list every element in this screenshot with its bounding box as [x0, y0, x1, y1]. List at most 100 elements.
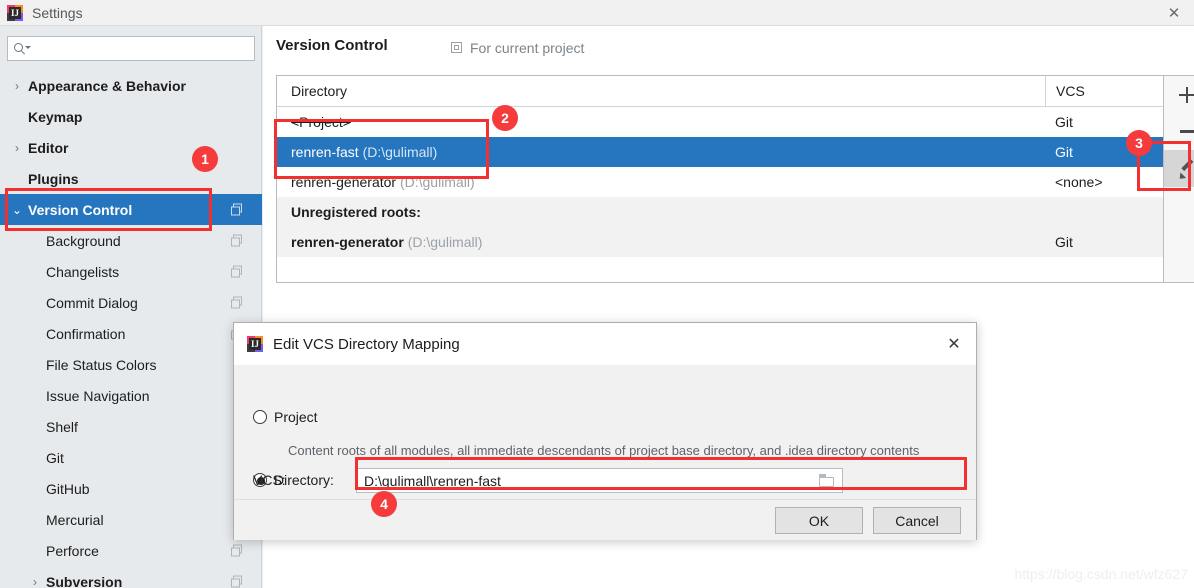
sidebar-item-label: Commit Dialog	[46, 294, 138, 311]
cell-vcs: Git	[1055, 114, 1073, 130]
chevron-right-icon[interactable]: ›	[24, 575, 46, 588]
scope-label: For current project	[470, 40, 585, 56]
remove-mapping-button[interactable]	[1164, 113, 1194, 150]
directory-path: (D:\gulimall)	[407, 234, 483, 250]
directory-name: renren-generator	[291, 174, 397, 190]
sidebar-item-background[interactable]: Background	[0, 225, 262, 256]
copy-settings-icon[interactable]	[231, 544, 244, 557]
chevron-down-icon[interactable]: ⌄	[6, 203, 28, 217]
search-input[interactable]	[30, 41, 254, 56]
cell-directory: renren-fast (D:\gulimall)	[277, 144, 1045, 160]
edit-vcs-directory-mapping-dialog: IJ Edit VCS Directory Mapping ✕ Project …	[233, 322, 977, 540]
document-icon	[451, 41, 464, 55]
dialog-footer: OK Cancel	[234, 499, 976, 540]
copy-settings-icon[interactable]	[231, 203, 244, 216]
directory-name: renren-generator	[291, 234, 404, 250]
sidebar-item-label: Keymap	[28, 108, 83, 125]
search-icon	[14, 42, 31, 56]
sidebar-item-label: Appearance & Behavior	[28, 77, 186, 94]
cell-directory: Unregistered roots:	[277, 204, 1045, 220]
sidebar-item-label: File Status Colors	[46, 356, 157, 373]
directory-path-input[interactable]	[357, 472, 819, 489]
ok-button[interactable]: OK	[775, 507, 863, 534]
copy-settings-icon[interactable]	[231, 234, 244, 247]
scope-indicator: For current project	[451, 40, 584, 56]
sidebar-item-shelf[interactable]: Shelf	[0, 411, 262, 442]
dialog-close-icon[interactable]: ✕	[942, 332, 966, 356]
sidebar-item-label: Plugins	[28, 170, 79, 187]
sidebar-item-label: Version Control	[28, 201, 133, 218]
sidebar-item-subversion[interactable]: › Subversion	[0, 566, 262, 588]
copy-settings-icon[interactable]	[231, 575, 244, 588]
sidebar-item-label: Issue Navigation	[46, 387, 150, 404]
copy-settings-icon[interactable]	[231, 265, 244, 278]
sidebar-item-label: Confirmation	[46, 325, 126, 342]
directory-path: (D:\gulimall)	[399, 174, 475, 190]
table-toolbar	[1164, 75, 1194, 283]
sidebar-item-file-status-colors[interactable]: File Status Colors	[0, 349, 262, 380]
annotation-badge-4: 4	[371, 491, 397, 517]
sidebar-item-editor[interactable]: › Editor	[0, 132, 262, 163]
close-icon[interactable]: ✕	[1154, 0, 1194, 26]
table-row[interactable]: renren-generator (D:\gulimall) Git	[277, 227, 1163, 257]
settings-sidebar: › Appearance & Behavior Keymap › Editor Plugi…	[0, 26, 262, 588]
window-titlebar: IJ Settings ✕	[0, 0, 1194, 26]
sidebar-item-label: Git	[46, 449, 64, 466]
search-box[interactable]	[7, 36, 255, 61]
directory-name: <Project>	[291, 114, 351, 130]
vcs-mappings-table: Directory VCS <Project> Git renren-fast (D…	[276, 75, 1164, 283]
sidebar-item-mercurial[interactable]: Mercurial	[0, 504, 262, 535]
page-title: Version Control	[276, 37, 388, 54]
plus-icon	[1178, 86, 1194, 103]
edit-mapping-button[interactable]	[1164, 150, 1194, 187]
add-mapping-button[interactable]	[1164, 76, 1194, 113]
dialog-title: Edit VCS Directory Mapping	[273, 335, 460, 353]
sidebar-item-issue-navigation[interactable]: Issue Navigation	[0, 380, 262, 411]
sidebar-item-github[interactable]: GitHub	[0, 473, 262, 504]
intellij-idea-icon: IJ	[6, 4, 24, 22]
chevron-right-icon[interactable]: ›	[6, 79, 28, 93]
annotation-badge-3: 3	[1126, 130, 1152, 156]
sidebar-item-keymap[interactable]: Keymap	[0, 101, 262, 132]
sidebar-item-commit-dialog[interactable]: Commit Dialog	[0, 287, 262, 318]
settings-tree: › Appearance & Behavior Keymap › Editor Plugi…	[0, 70, 262, 588]
cell-directory: <Project>	[277, 114, 1045, 130]
sidebar-item-version-control[interactable]: ⌄ Version Control	[0, 194, 262, 225]
sidebar-item-label: GitHub	[46, 480, 90, 497]
cancel-button[interactable]: Cancel	[873, 507, 961, 534]
copy-settings-icon[interactable]	[231, 296, 244, 309]
directory-path-field[interactable]	[356, 468, 843, 493]
table-body: <Project> Git renren-fast (D:\gulimall) Git…	[277, 107, 1163, 257]
sidebar-item-perforce[interactable]: Perforce	[0, 535, 262, 566]
chevron-right-icon[interactable]: ›	[6, 141, 28, 155]
cell-vcs: <none>	[1055, 174, 1103, 190]
cell-vcs: Git	[1055, 234, 1073, 250]
column-header-directory[interactable]: Directory	[277, 83, 1045, 99]
project-radio-row[interactable]: Project	[253, 409, 318, 425]
sidebar-item-label: Shelf	[46, 418, 78, 435]
project-radio[interactable]	[253, 410, 267, 424]
table-row[interactable]: <Project> Git	[277, 107, 1163, 137]
cell-directory: renren-generator (D:\gulimall)	[277, 234, 1045, 250]
vcs-field-label: VCS:	[253, 472, 286, 488]
table-row[interactable]: renren-generator (D:\gulimall) <none>	[277, 167, 1163, 197]
annotation-badge-2: 2	[492, 105, 518, 131]
project-hint-text: Content roots of all modules, all immedi…	[288, 443, 920, 458]
project-radio-label: Project	[274, 409, 318, 425]
directory-name: renren-fast	[291, 144, 359, 160]
sidebar-item-plugins[interactable]: Plugins	[0, 163, 262, 194]
sidebar-item-label: Subversion	[46, 573, 123, 588]
sidebar-item-git[interactable]: Git	[0, 442, 262, 473]
sidebar-item-confirmation[interactable]: Confirmation	[0, 318, 262, 349]
sidebar-item-appearance-behavior[interactable]: › Appearance & Behavior	[0, 70, 262, 101]
directory-name: Unregistered roots:	[291, 204, 421, 220]
folder-icon[interactable]	[819, 474, 835, 487]
sidebar-item-changelists[interactable]: Changelists	[0, 256, 262, 287]
settings-window: IJ Settings ✕ › Appearance & Behavior Keym…	[0, 0, 1194, 588]
table-header: Directory VCS	[277, 76, 1163, 107]
directory-path: (D:\gulimall)	[362, 144, 438, 160]
watermark: https://blog.csdn.net/wfz627	[1014, 566, 1188, 582]
sidebar-item-label: Editor	[28, 139, 69, 156]
table-row[interactable]: renren-fast (D:\gulimall) Git	[277, 137, 1163, 167]
column-header-vcs[interactable]: VCS	[1045, 76, 1163, 106]
